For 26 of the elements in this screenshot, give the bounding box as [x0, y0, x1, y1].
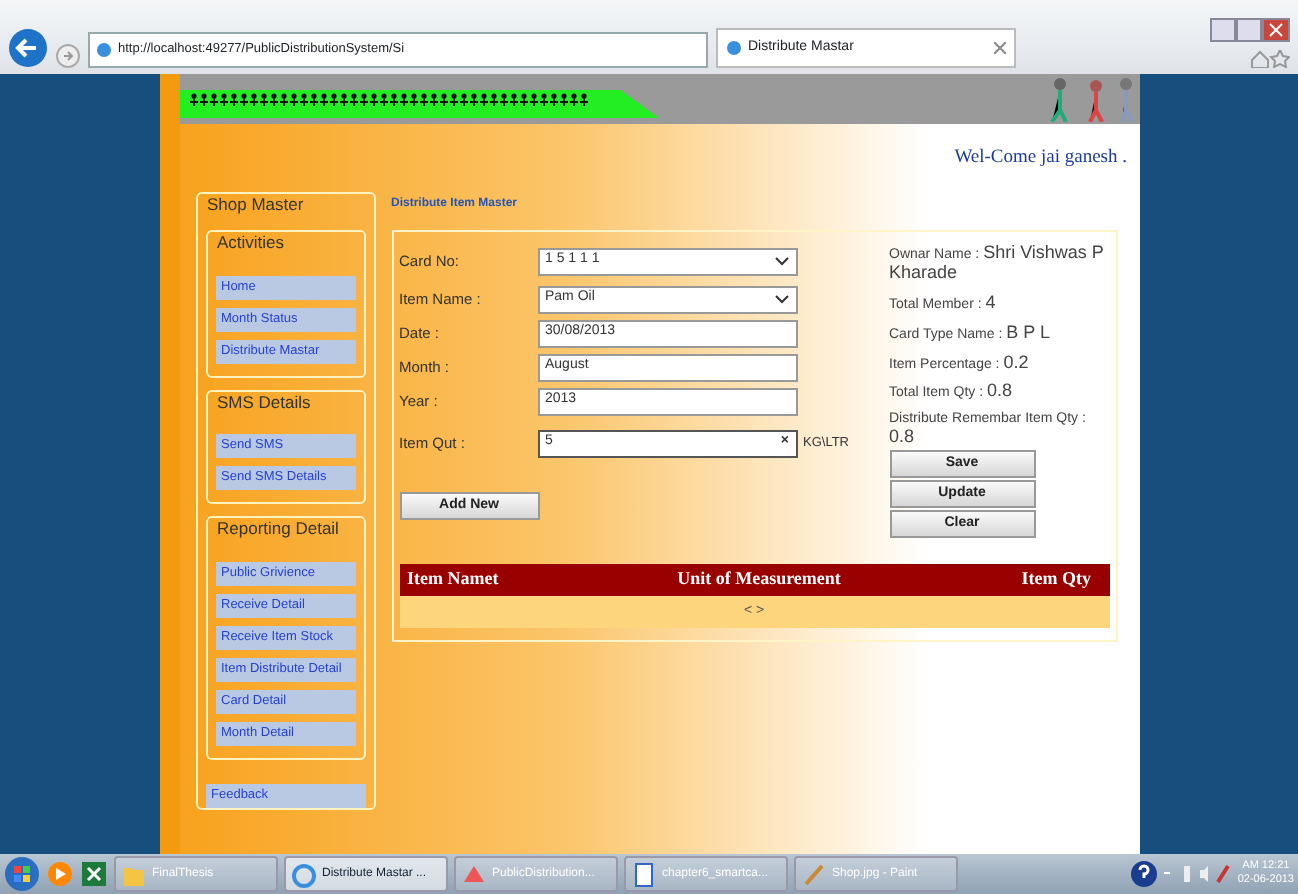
start-icon[interactable]	[4, 856, 40, 892]
forward-icon[interactable]	[56, 44, 80, 68]
tray-icons-icon[interactable]	[1163, 864, 1232, 884]
back-icon[interactable]	[8, 28, 48, 68]
paint-icon	[802, 861, 826, 887]
browser-icon	[726, 40, 742, 56]
spreadsheet-icon[interactable]	[80, 860, 108, 888]
document-icon	[632, 861, 656, 887]
column-header: Unit of Measurement	[675, 566, 843, 593]
help-icon[interactable]	[1129, 860, 1158, 888]
group-title: SMS Details	[215, 389, 313, 415]
welcome-message: Wel-Come jai ganesh .	[952, 146, 1129, 172]
home-icon[interactable]	[1250, 50, 1290, 68]
sidebar-title: Shop Master	[205, 192, 306, 218]
chevron-down-icon	[773, 294, 789, 304]
browser-icon	[292, 861, 316, 887]
group-title: Reporting Detail	[215, 516, 341, 542]
app-icon	[462, 861, 486, 887]
media-player-icon[interactable]	[46, 860, 74, 888]
browser-icon	[96, 42, 112, 58]
group-title: Activities	[215, 229, 287, 255]
column-header: Item Namet	[405, 566, 501, 593]
column-header: Item Qty	[1019, 566, 1093, 593]
close-icon[interactable]	[994, 42, 1006, 54]
window-controls-icon[interactable]	[1210, 18, 1290, 42]
chevron-down-icon	[773, 256, 789, 266]
